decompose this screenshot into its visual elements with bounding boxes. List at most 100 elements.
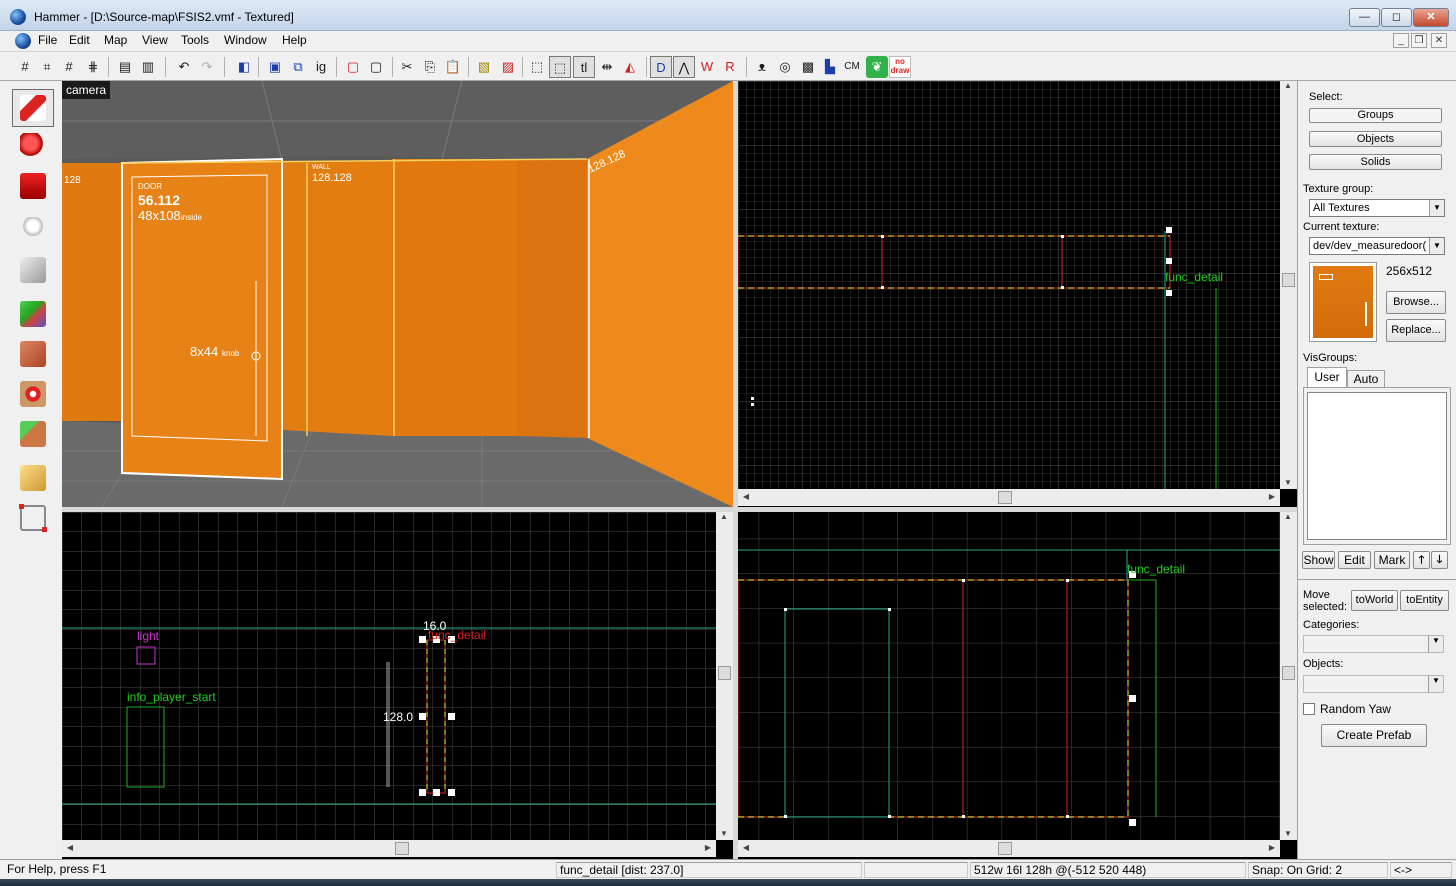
func-detail-label-front[interactable]: func_detail xyxy=(428,628,486,642)
maximize-button[interactable]: ◻ xyxy=(1381,8,1412,27)
menu-window[interactable]: Window xyxy=(224,33,267,47)
front-view-viewport[interactable]: light info_player_start 16.0 func_detail… xyxy=(62,512,716,840)
bounding-box-icon[interactable]: ⬚ xyxy=(526,56,548,78)
to-world-button[interactable]: toWorld xyxy=(1351,590,1398,611)
visgroups-list[interactable] xyxy=(1307,392,1447,540)
menu-edit[interactable]: Edit xyxy=(69,33,90,47)
side-view-hscroll[interactable]: ◀ ▶ xyxy=(738,840,1280,857)
3d-textured-icon[interactable]: W xyxy=(696,56,718,78)
circle-icon[interactable]: ◎ xyxy=(774,56,796,78)
decal-tool-icon[interactable] xyxy=(12,375,54,413)
mdi-close-button[interactable]: ✕ xyxy=(1431,33,1447,48)
visgroup-up-button[interactable]: 🡑 xyxy=(1413,551,1430,569)
carve-icon[interactable]: ◧ xyxy=(233,56,255,78)
scroll-down-icon[interactable]: ▼ xyxy=(1280,829,1296,838)
dropdown-arrow-icon[interactable]: ▼ xyxy=(1428,636,1443,652)
redo-icon[interactable]: ↷ xyxy=(196,56,218,78)
objects-select[interactable]: ▼ xyxy=(1303,675,1444,693)
visgroups-tab-auto[interactable]: Auto xyxy=(1347,370,1385,387)
light-entity-label[interactable]: light xyxy=(137,629,160,643)
side-view-vscroll[interactable]: ▲ ▼ xyxy=(1280,512,1297,840)
top-view-viewport[interactable]: func_detail xyxy=(738,81,1280,489)
visgroup-edit-button[interactable]: Edit xyxy=(1338,551,1371,569)
minimize-button[interactable]: — xyxy=(1349,8,1380,27)
nodraw-icon[interactable]: no draw xyxy=(889,56,911,78)
texture-browser-icon[interactable]: ▨ xyxy=(497,56,519,78)
lightmap-icon[interactable]: ᴥ xyxy=(751,56,773,78)
entity-tool-icon[interactable] xyxy=(12,211,54,249)
create-prefab-button[interactable]: Create Prefab xyxy=(1321,724,1427,747)
scroll-thumb[interactable] xyxy=(998,842,1012,855)
copy-icon[interactable]: ⎘ xyxy=(419,56,441,78)
scroll-thumb[interactable] xyxy=(395,842,409,855)
ignore-groups-icon[interactable]: ig xyxy=(310,56,332,78)
front-view-hscroll[interactable]: ◀ ▶ xyxy=(62,840,716,857)
replace-button[interactable]: Replace... xyxy=(1386,319,1446,342)
current-texture-select[interactable]: dev/dev_measuredoor( ▼ xyxy=(1309,237,1445,255)
scroll-right-icon[interactable]: ▶ xyxy=(700,843,716,852)
texture-preview[interactable] xyxy=(1309,262,1377,342)
grid-larger-icon[interactable]: # xyxy=(58,56,80,78)
close-button[interactable]: ✕ xyxy=(1413,8,1449,27)
cordon-icon[interactable]: ▧ xyxy=(473,56,495,78)
texture-lock-icon-2[interactable]: tl xyxy=(573,56,595,78)
magnify-tool-icon[interactable] xyxy=(12,127,54,165)
clipping-tool-icon[interactable] xyxy=(12,459,54,497)
scroll-up-icon[interactable]: ▲ xyxy=(1280,81,1296,90)
to-entity-button[interactable]: toEntity xyxy=(1400,590,1449,611)
3d-wireframe-icon[interactable]: D xyxy=(650,56,672,78)
select-icon[interactable]: ⬚ xyxy=(549,56,571,78)
scroll-down-icon[interactable]: ▼ xyxy=(1280,478,1296,487)
scroll-thumb[interactable] xyxy=(1282,273,1295,287)
func-detail-label-side[interactable]: func_detail xyxy=(1127,562,1185,576)
menu-map[interactable]: Map xyxy=(104,33,127,47)
visgroup-down-button[interactable]: 🡓 xyxy=(1431,551,1448,569)
horizontal-splitter[interactable] xyxy=(62,507,1297,512)
top-view-vscroll[interactable]: ▲ ▼ xyxy=(1280,81,1297,489)
menu-file[interactable]: File xyxy=(38,33,57,47)
select-groups-button[interactable]: Groups xyxy=(1309,108,1442,123)
3d-lightmap-icon[interactable]: R xyxy=(719,56,741,78)
displacement-icon[interactable]: ▙ xyxy=(819,56,841,78)
visgroup-mark-button[interactable]: Mark xyxy=(1374,551,1410,569)
block-tool-icon[interactable] xyxy=(12,251,54,289)
scroll-left-icon[interactable]: ◀ xyxy=(62,843,78,852)
document-icon[interactable] xyxy=(15,33,31,49)
scroll-left-icon[interactable]: ◀ xyxy=(738,843,754,852)
texture-application-icon[interactable] xyxy=(12,295,54,333)
hollow-icon[interactable]: ▣ xyxy=(264,56,286,78)
flip-icon[interactable]: ⇹ xyxy=(596,56,618,78)
cm-icon[interactable]: CM xyxy=(841,56,863,78)
grid-dots-icon[interactable]: ⋕ xyxy=(82,56,104,78)
camera-tool-icon[interactable] xyxy=(12,167,54,205)
player-start-label[interactable]: info_player_start xyxy=(127,690,216,704)
visgroup-show-button[interactable]: Show xyxy=(1302,551,1335,569)
browse-button[interactable]: Browse... xyxy=(1386,291,1446,314)
paste-icon[interactable]: 📋 xyxy=(442,56,464,78)
ungroup-icon[interactable]: ▥ xyxy=(137,56,159,78)
front-view-vscroll[interactable]: ▲ ▼ xyxy=(716,512,733,840)
group-icon[interactable]: ▤ xyxy=(114,56,136,78)
hide-unselected-icon[interactable]: ▢ xyxy=(365,56,387,78)
texture-lock-icon[interactable]: ⧉ xyxy=(287,56,309,78)
top-view-hscroll[interactable]: ◀ ▶ xyxy=(738,489,1280,506)
vertical-splitter[interactable] xyxy=(733,81,738,859)
scroll-thumb[interactable] xyxy=(718,666,731,680)
scroll-thumb[interactable] xyxy=(1282,666,1295,680)
mdi-minimize-button[interactable]: _ xyxy=(1393,33,1409,48)
align-icon[interactable]: ◭ xyxy=(619,56,641,78)
hide-selected-icon[interactable]: ▢ xyxy=(342,56,364,78)
dropdown-arrow-icon[interactable]: ▼ xyxy=(1429,238,1444,254)
scroll-thumb[interactable] xyxy=(998,491,1012,504)
leaf-icon[interactable]: ❦ xyxy=(866,56,888,78)
selection-tool-icon[interactable] xyxy=(12,89,54,127)
scroll-right-icon[interactable]: ▶ xyxy=(1264,843,1280,852)
grid-icon[interactable]: # xyxy=(14,56,36,78)
select-objects-button[interactable]: Objects xyxy=(1309,131,1442,147)
scroll-left-icon[interactable]: ◀ xyxy=(738,492,754,501)
camera-viewport[interactable]: DOOR 56.112 48x108 inside 8x44 knob WALL… xyxy=(62,81,733,507)
menu-view[interactable]: View xyxy=(142,33,168,47)
scroll-right-icon[interactable]: ▶ xyxy=(1264,492,1280,501)
scroll-up-icon[interactable]: ▲ xyxy=(716,512,732,521)
camera-label[interactable]: camera xyxy=(62,81,111,99)
